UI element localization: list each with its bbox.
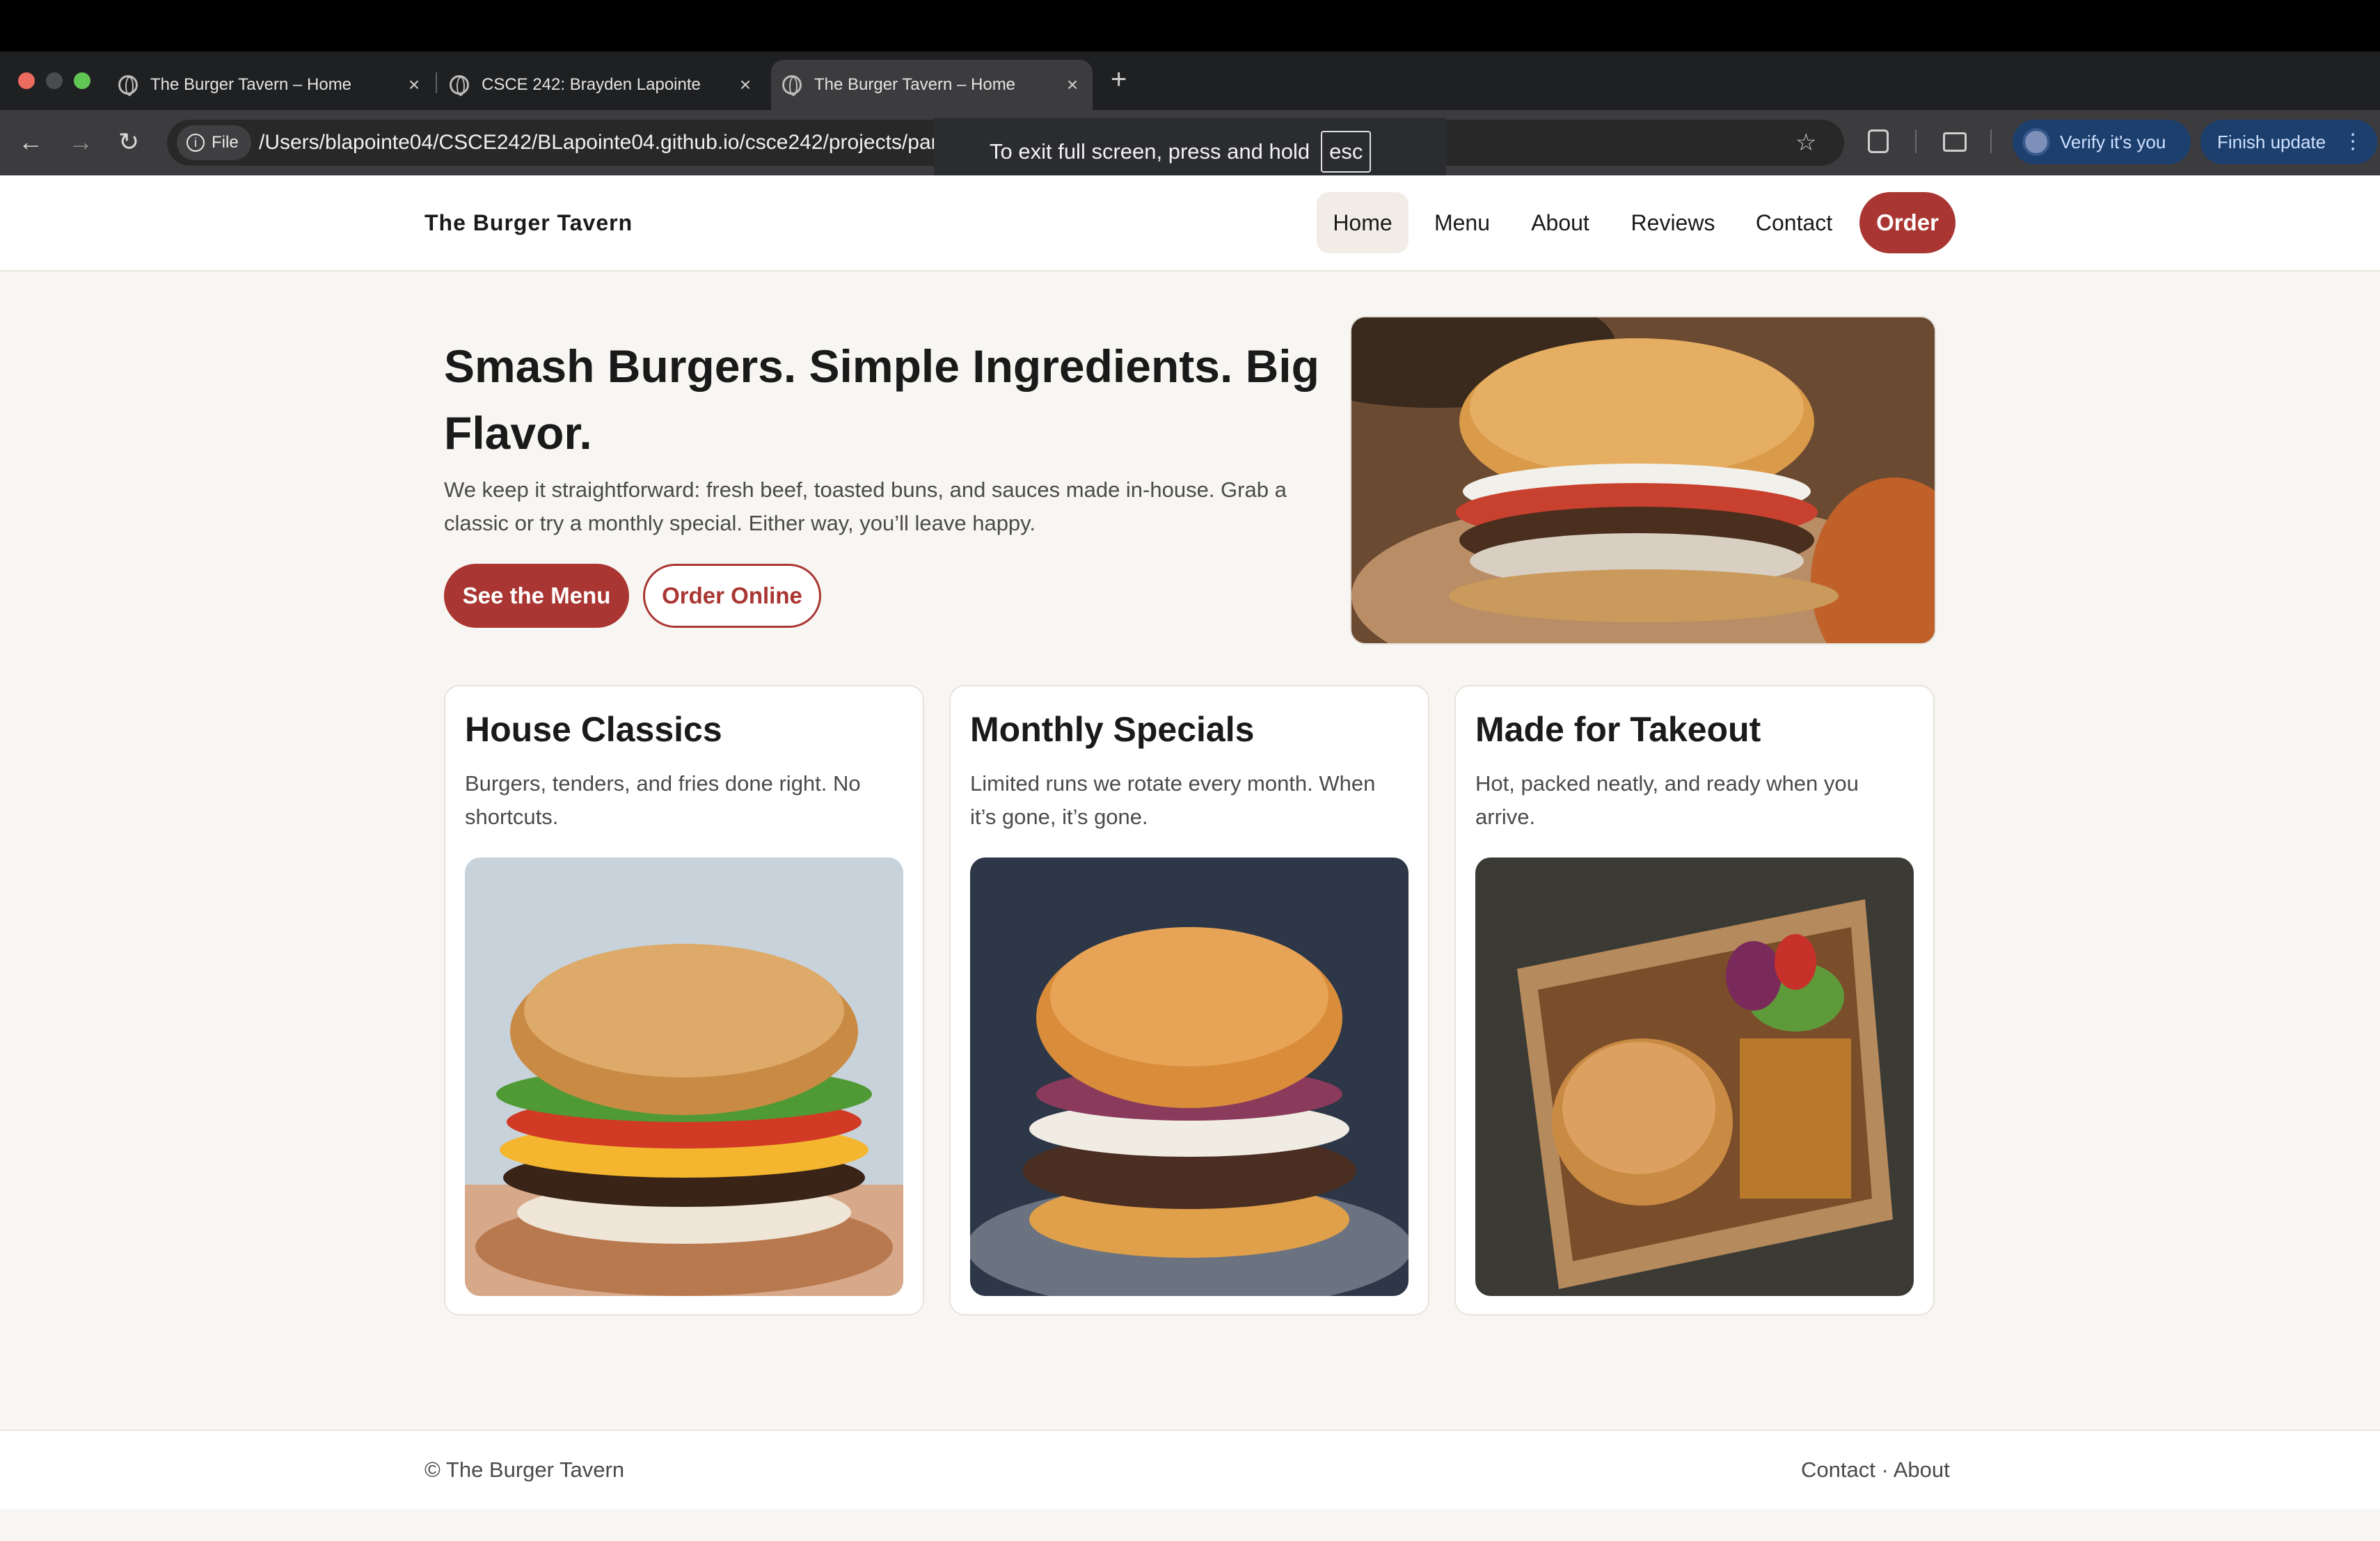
- update-label: Finish update: [2217, 132, 2326, 152]
- takeout-box-image: [1475, 858, 1914, 1296]
- brand-logo-text[interactable]: The Burger Tavern: [425, 209, 633, 237]
- screen-top-bar: [0, 0, 2380, 52]
- card-title: Monthly Specials: [970, 710, 1255, 749]
- star-icon[interactable]: ☆: [1795, 125, 1816, 160]
- footer-link-about[interactable]: About: [1894, 1457, 1950, 1482]
- back-arrow-icon[interactable]: ←: [18, 125, 43, 159]
- avatar: [2022, 128, 2050, 156]
- extension-icon[interactable]: [1868, 129, 1889, 153]
- site-header: [0, 175, 2380, 271]
- tab-divider: [436, 72, 437, 93]
- hero-burger-image: [1350, 316, 1936, 645]
- forward-arrow-icon[interactable]: →: [68, 125, 93, 159]
- hero-description: We keep it straightforward: fresh beef, …: [444, 477, 1287, 535]
- toolbar-separator: [1990, 129, 1992, 153]
- site-footer: [0, 1430, 2380, 1509]
- nav-menu[interactable]: Menu: [1424, 192, 1500, 253]
- browser-tab-3-active[interactable]: The Burger Tavern – Home ×: [771, 60, 1093, 110]
- card-monthly-specials: Monthly Specials Limited runs we rotate …: [949, 685, 1429, 1315]
- close-icon[interactable]: ×: [735, 74, 756, 96]
- card-title: House Classics: [465, 710, 722, 749]
- site-info-chip[interactable]: i File: [177, 125, 251, 160]
- verify-button[interactable]: Verify it's you: [2013, 120, 2191, 164]
- card-text: Burgers, tenders, and fries done right. …: [465, 771, 861, 829]
- nav-order-button[interactable]: Order: [1859, 192, 1955, 253]
- toolbar-separator: [1915, 129, 1917, 153]
- esc-key-badge: esc: [1321, 131, 1372, 173]
- classic-burger-image: [465, 858, 903, 1296]
- footer-copyright: © The Burger Tavern: [425, 1457, 625, 1482]
- footer-separator: ·: [1875, 1457, 1894, 1482]
- close-window-button[interactable]: [18, 72, 35, 89]
- file-chip-label: File: [212, 133, 239, 152]
- order-online-button[interactable]: Order Online: [643, 564, 821, 628]
- browser-tab-1[interactable]: The Burger Tavern – Home ×: [118, 60, 425, 110]
- fullscreen-window-button[interactable]: [74, 72, 90, 89]
- card-house-classics: House Classics Burgers, tenders, and fri…: [444, 685, 924, 1315]
- nav-contact[interactable]: Contact: [1741, 192, 1847, 253]
- cast-icon[interactable]: [1943, 132, 1967, 152]
- reload-icon[interactable]: ↻: [118, 125, 139, 159]
- minimize-window-button[interactable]: [46, 72, 63, 89]
- nav-about[interactable]: About: [1517, 192, 1603, 253]
- url-text[interactable]: /Users/blapointe04/CSCE242/BLapointe04.g…: [259, 125, 941, 160]
- globe-icon: [782, 75, 802, 96]
- kebab-icon[interactable]: ⋮: [2342, 120, 2363, 164]
- tab-title: The Burger Tavern – Home: [814, 75, 1016, 94]
- globe-icon: [450, 75, 469, 96]
- nav-reviews[interactable]: Reviews: [1621, 192, 1724, 253]
- card-text: Hot, packed neatly, and ready when you a…: [1475, 771, 1859, 829]
- special-burger-image: [970, 858, 1409, 1296]
- verify-label: Verify it's you: [2060, 132, 2166, 152]
- browser-tab-2[interactable]: CSCE 242: Brayden Lapointe ×: [450, 60, 756, 110]
- fullscreen-toast-text: To exit full screen, press and hold: [990, 139, 1310, 164]
- tab-title: CSCE 242: Brayden Lapointe: [482, 75, 701, 94]
- footer-links: Contact · About: [1801, 1456, 1950, 1484]
- globe-icon: [118, 75, 138, 96]
- footer-link-contact[interactable]: Contact: [1801, 1457, 1875, 1482]
- card-title: Made for Takeout: [1475, 710, 1761, 749]
- info-icon: i: [187, 134, 205, 152]
- close-icon[interactable]: ×: [404, 74, 425, 96]
- card-text: Limited runs we rotate every month. When…: [970, 771, 1376, 829]
- hero-title: Smash Burgers. Simple Ingredients. Big F…: [444, 340, 1319, 459]
- card-made-for-takeout: Made for Takeout Hot, packed neatly, and…: [1454, 685, 1935, 1315]
- see-menu-button[interactable]: See the Menu: [444, 564, 629, 628]
- tab-title: The Burger Tavern – Home: [150, 75, 352, 94]
- nav-home[interactable]: Home: [1317, 192, 1409, 253]
- plus-icon[interactable]: +: [1111, 64, 1127, 95]
- finish-update-button[interactable]: Finish update ⋮: [2200, 120, 2377, 164]
- close-icon[interactable]: ×: [1062, 74, 1083, 96]
